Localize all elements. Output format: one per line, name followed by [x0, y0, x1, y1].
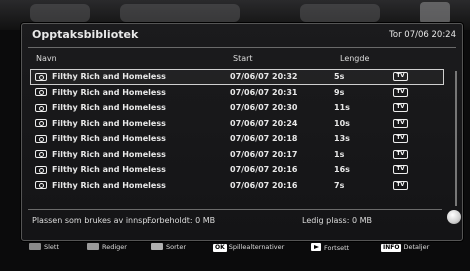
recording-icon — [35, 134, 47, 143]
button-legend: Slett Rediger Sorter OK Spillealternative… — [0, 240, 470, 260]
reserved-text: Forbeholdt: 0 MB — [147, 216, 216, 225]
background-blur — [120, 4, 240, 22]
tv-icon: TV — [393, 72, 408, 81]
free-space-text: Ledig plass: 0 MB — [302, 216, 372, 225]
delete-button[interactable]: Slett — [29, 243, 59, 251]
recording-start: 07/06/07 20:32 — [230, 72, 298, 81]
recording-library-panel: Opptaksbibliotek Tor 07/06 20:24 Navn St… — [21, 23, 463, 241]
yellow-key-icon — [151, 243, 163, 250]
divider — [28, 209, 442, 210]
recording-start: 07/06/07 20:24 — [230, 118, 298, 128]
recording-icon — [35, 72, 47, 81]
play-icon — [311, 243, 321, 251]
recording-length: 10s — [334, 118, 350, 128]
column-header-start: Start — [233, 54, 253, 63]
title-bar: Opptaksbibliotek Tor 07/06 20:24 — [22, 24, 462, 46]
details-button[interactable]: INFO Detaljer — [381, 243, 429, 252]
tv-icon: TV — [393, 103, 408, 112]
recording-length: 5s — [334, 72, 345, 81]
delete-label: Slett — [44, 243, 60, 251]
divider — [28, 47, 456, 48]
recording-row[interactable]: Filthy Rich and Homeless 07/06/07 20:31 9s… — [30, 85, 444, 101]
recording-row[interactable]: Filthy Rich and Homeless 07/06/07 20:30 11… — [30, 100, 444, 116]
tv-icon: TV — [393, 87, 408, 97]
recording-length: 11s — [334, 103, 350, 112]
sort-label: Sorter — [166, 243, 186, 251]
recording-icon — [35, 150, 47, 158]
recording-start: 07/06/07 20:31 — [230, 87, 298, 97]
ok-key-icon: OK — [213, 244, 227, 252]
recording-start: 07/06/07 20:18 — [230, 134, 298, 143]
details-label: Detaljer — [403, 243, 430, 251]
space-used-text: Plassen som brukes av innsp... — [32, 216, 156, 225]
recording-name: Filthy Rich and Homeless — [52, 72, 166, 81]
recording-list: Filthy Rich and Homeless 07/06/07 20:32 5s… — [30, 69, 444, 193]
edit-button[interactable]: Rediger — [87, 243, 127, 251]
recording-length: 16s — [334, 165, 350, 174]
scrollbar-track[interactable] — [455, 71, 457, 206]
recording-name: Filthy Rich and Homeless — [52, 134, 166, 143]
recording-name: Filthy Rich and Homeless — [52, 87, 166, 97]
playback-options-button[interactable]: OK Spillealternativer — [213, 243, 284, 252]
recording-name: Filthy Rich and Homeless — [52, 118, 166, 128]
recording-icon — [35, 165, 47, 174]
recording-name: Filthy Rich and Homeless — [52, 180, 166, 190]
sort-button[interactable]: Sorter — [151, 243, 186, 251]
tv-icon: TV — [393, 180, 408, 190]
edit-label: Rediger — [102, 243, 127, 251]
recording-row[interactable]: Filthy Rich and Homeless 07/06/07 20:18 13… — [30, 131, 444, 147]
recording-length: 7s — [334, 180, 345, 190]
recording-length: 9s — [334, 87, 345, 97]
recording-row[interactable]: Filthy Rich and Homeless 07/06/07 20:16 16… — [30, 162, 444, 178]
recording-start: 07/06/07 20:16 — [230, 180, 298, 190]
recording-name: Filthy Rich and Homeless — [52, 103, 166, 112]
recording-row[interactable]: Filthy Rich and Homeless 07/06/07 20:17 1s… — [30, 147, 444, 163]
recording-name: Filthy Rich and Homeless — [52, 149, 166, 159]
background-blur — [30, 4, 90, 22]
tv-icon: TV — [393, 118, 408, 128]
info-key-icon: INFO — [381, 244, 402, 252]
recording-row[interactable]: Filthy Rich and Homeless 07/06/07 20:24 10… — [30, 116, 444, 132]
green-key-icon — [87, 243, 99, 250]
recording-start: 07/06/07 20:30 — [230, 103, 298, 112]
resume-button[interactable]: Fortsett — [311, 243, 349, 252]
scrollbar-knob[interactable] — [447, 210, 461, 224]
page-title: Opptaksbibliotek — [32, 28, 139, 41]
tv-icon: TV — [393, 134, 408, 143]
clock: Tor 07/06 20:24 — [389, 30, 456, 40]
background-logo — [420, 2, 450, 24]
recording-icon — [35, 119, 47, 127]
red-key-icon — [29, 243, 41, 250]
recording-icon — [35, 103, 47, 112]
column-header-length: Lengde — [340, 54, 370, 63]
column-header-name: Navn — [36, 54, 57, 63]
recording-name: Filthy Rich and Homeless — [52, 165, 166, 174]
recording-length: 13s — [334, 134, 350, 143]
tv-icon: TV — [393, 149, 408, 159]
recording-icon — [35, 88, 47, 96]
background-blur — [300, 4, 380, 22]
recording-icon — [35, 181, 47, 189]
recording-start: 07/06/07 20:17 — [230, 149, 298, 159]
tv-icon: TV — [393, 165, 408, 174]
recording-row[interactable]: Filthy Rich and Homeless 07/06/07 20:32 5s… — [30, 69, 444, 85]
resume-label: Fortsett — [324, 244, 350, 252]
recording-row[interactable]: Filthy Rich and Homeless 07/06/07 20:16 7s… — [30, 178, 444, 194]
recording-start: 07/06/07 20:16 — [230, 165, 298, 174]
recording-length: 1s — [334, 149, 345, 159]
playback-options-label: Spillealternativer — [228, 243, 285, 251]
